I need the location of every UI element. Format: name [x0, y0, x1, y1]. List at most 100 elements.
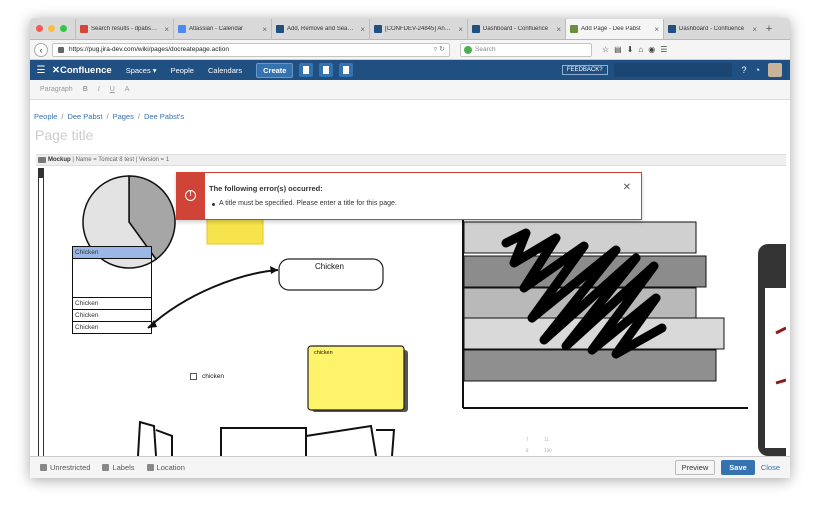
- new-tab-button[interactable]: +: [761, 19, 777, 39]
- bottom-sketch: [137, 420, 396, 456]
- home-icon[interactable]: ⌂: [638, 45, 643, 54]
- browser-tab[interactable]: Dashboard - Confluence ×: [467, 19, 565, 39]
- list-item: Chicken: [72, 321, 152, 334]
- svg-text:100: 100: [544, 448, 552, 453]
- url-bar[interactable]: https://pug.jira-dev.com/wiki/pages/docr…: [52, 42, 450, 57]
- back-button[interactable]: ‹: [34, 42, 48, 57]
- close-button[interactable]: Close: [761, 463, 780, 472]
- note-label: chicken: [314, 350, 333, 356]
- page-title-input[interactable]: Page title: [35, 127, 93, 143]
- notifications-icon[interactable]: ◔: [755, 65, 760, 75]
- save-button[interactable]: Save: [721, 460, 755, 475]
- browser-tab[interactable]: Add Page - Dee Pabst ×: [565, 19, 663, 39]
- browser-tab[interactable]: Search results - dpabs… ×: [75, 19, 173, 39]
- confluence-header: ☰ ✕Confluence Spaces ▾ People Calendars …: [30, 60, 790, 80]
- tab-favicon-icon: [668, 25, 676, 33]
- text-color-button[interactable]: A: [125, 86, 130, 93]
- tab-favicon-icon: [276, 25, 284, 33]
- mockup-label: Mockup: [48, 157, 71, 163]
- tab-close-icon[interactable]: ×: [654, 25, 659, 34]
- reload-icon[interactable]: ▿ ↻: [434, 44, 445, 56]
- mockup-macro-bar[interactable]: Mockup | Name = Tomcat 8 test | Version …: [36, 154, 786, 166]
- header-icons: ? ◔: [742, 65, 760, 75]
- unlock-icon: [40, 464, 47, 471]
- extension-icon[interactable]: ◉: [648, 45, 655, 54]
- nav-spaces[interactable]: Spaces ▾: [126, 66, 157, 75]
- location-label: Location: [156, 463, 185, 472]
- close-icon[interactable]: ✕: [623, 182, 631, 193]
- tab-favicon-icon: [80, 25, 88, 33]
- breadcrumb-user[interactable]: Dee Pabst: [67, 112, 102, 121]
- error-title: The following error(s) occurred:: [209, 184, 323, 193]
- avatar[interactable]: [768, 63, 782, 77]
- checkbox-label: chicken: [202, 373, 225, 380]
- preview-button[interactable]: Preview: [674, 460, 716, 475]
- zoom-window-button[interactable]: [60, 24, 67, 32]
- file-icon[interactable]: [339, 63, 354, 77]
- bold-button[interactable]: B: [83, 86, 88, 93]
- tab-close-icon[interactable]: ×: [556, 25, 561, 34]
- clipboard-icon[interactable]: ▤: [614, 45, 622, 54]
- tab-close-icon[interactable]: ×: [458, 25, 463, 34]
- minimize-window-button[interactable]: [48, 24, 55, 32]
- error-message: ! The following error(s) occurred: A tit…: [176, 172, 642, 220]
- error-text: A title must be specified. Please enter …: [212, 200, 397, 207]
- close-window-button[interactable]: [36, 24, 43, 32]
- app-switcher-icon[interactable]: ☰: [30, 65, 52, 76]
- search-input[interactable]: Search: [460, 42, 592, 57]
- checkbox[interactable]: [190, 373, 197, 380]
- tab-favicon-icon: [570, 25, 578, 33]
- editor-footer: Unrestricted Labels Location Preview Sav…: [30, 456, 790, 478]
- restrictions-label: Unrestricted: [50, 463, 91, 472]
- browser-toolbar-icons: ☆ ▤ ⬇ ⌂ ◉ ☰: [602, 45, 667, 54]
- breadcrumb-people[interactable]: People: [34, 112, 57, 121]
- nav-calendars[interactable]: Calendars: [208, 66, 242, 75]
- browser-tab[interactable]: Atlassian - Calendar ×: [173, 19, 271, 39]
- lock-icon: [58, 46, 64, 53]
- browser-tab[interactable]: Dashboard - Confluence ×: [663, 19, 761, 39]
- mockup-icon: [38, 157, 46, 163]
- mockup-details: | Name = Tomcat 8 test | Version = 1: [72, 157, 170, 163]
- tab-title: Dashboard - Confluence: [483, 26, 549, 32]
- tab-close-icon[interactable]: ×: [360, 25, 365, 34]
- bar: [463, 349, 717, 382]
- svg-text:8: 8: [526, 448, 529, 453]
- tab-title: [CONFDEV-24845] An…: [385, 26, 451, 32]
- error-icon: !: [185, 190, 196, 201]
- tab-close-icon[interactable]: ×: [752, 25, 757, 34]
- bookmark-star-icon[interactable]: ☆: [602, 45, 609, 54]
- restrictions-button[interactable]: Unrestricted: [40, 463, 90, 472]
- breadcrumb-parent[interactable]: Dee Pabst's: [144, 112, 184, 121]
- italic-button[interactable]: I: [98, 86, 100, 93]
- underline-button[interactable]: U: [110, 86, 115, 93]
- tab-favicon-icon: [374, 25, 382, 33]
- paragraph-dropdown[interactable]: Paragraph: [40, 86, 73, 93]
- tab-title: Atlassian - Calendar: [189, 26, 244, 32]
- browser-tab[interactable]: [CONFDEV-24845] An… ×: [369, 19, 467, 39]
- confluence-search-input[interactable]: [613, 63, 732, 77]
- breadcrumb-pages[interactable]: Pages: [113, 112, 134, 121]
- svg-text:11: 11: [544, 437, 550, 442]
- template-icon[interactable]: [299, 63, 314, 77]
- tab-close-icon[interactable]: ×: [262, 25, 267, 34]
- download-icon[interactable]: ⬇: [627, 45, 634, 54]
- browser-tab[interactable]: Add, Remove and Sea… ×: [271, 19, 369, 39]
- feedback-button[interactable]: FEEDBACK?: [561, 65, 608, 75]
- menu-icon[interactable]: ☰: [660, 45, 667, 54]
- create-button[interactable]: Create: [256, 62, 294, 78]
- help-icon[interactable]: ?: [742, 65, 747, 75]
- navigation-bar: ‹ https://pug.jira-dev.com/wiki/pages/do…: [30, 40, 790, 60]
- confluence-logo[interactable]: ✕Confluence: [52, 65, 112, 76]
- tab-title: Dashboard - Confluence: [679, 26, 745, 32]
- location-button[interactable]: Location: [146, 463, 185, 472]
- bubble-label: Chicken: [315, 262, 344, 271]
- editor-content: People / Dee Pabst / Pages / Dee Pabst's Pa…: [30, 100, 790, 456]
- nav-people[interactable]: People: [171, 66, 194, 75]
- tab-title: Add Page - Dee Pabst: [581, 26, 641, 32]
- blog-icon[interactable]: [319, 63, 334, 77]
- labels-label: Labels: [112, 463, 135, 472]
- tab-close-icon[interactable]: ×: [164, 25, 169, 34]
- tab-favicon-icon: [472, 25, 480, 33]
- tab-title: Add, Remove and Sea…: [287, 26, 354, 32]
- labels-button[interactable]: Labels: [102, 463, 135, 472]
